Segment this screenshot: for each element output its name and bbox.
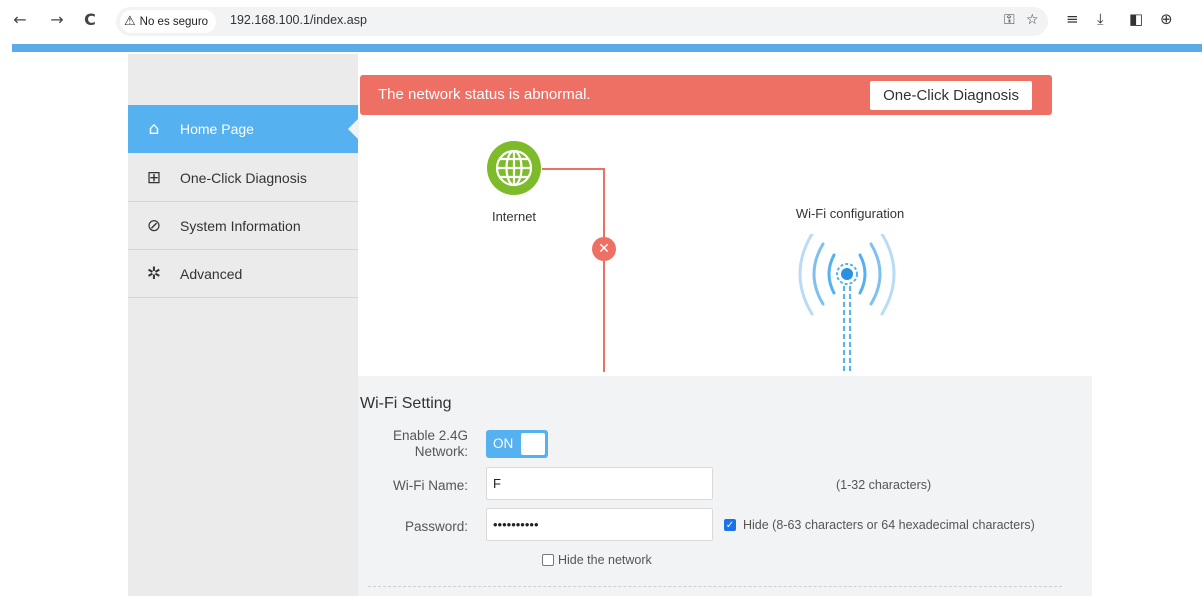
warning-icon: ⚠ — [124, 14, 136, 29]
forward-icon[interactable]: → — [47, 10, 67, 30]
sidebar-item-system-information[interactable]: ⊘ System Information — [128, 202, 358, 250]
password-input[interactable] — [486, 508, 713, 541]
internet-label: Internet — [491, 209, 537, 224]
star-icon[interactable]: ☆ — [1026, 12, 1039, 28]
divider — [368, 586, 1062, 587]
hide-password-checkbox[interactable]: ✓ — [724, 519, 736, 531]
sidebar-item-label: Advanced — [180, 265, 243, 282]
key-icon[interactable]: ⚿ — [1004, 12, 1015, 28]
active-pointer — [348, 118, 359, 140]
enable-network-label: Enable 2.4G Network: — [392, 428, 468, 459]
hide-network-label: Hide the network — [558, 553, 652, 567]
wifi-name-label: Wi-Fi Name: — [393, 478, 468, 493]
wifi-signal-icon[interactable] — [772, 234, 922, 374]
side-panel-icon[interactable]: ◧ — [1129, 10, 1143, 28]
sidebar: ⌂ Home Page ⊞ One-Click Diagnosis ⊘ Syst… — [128, 54, 359, 596]
one-click-diagnosis-button[interactable]: One-Click Diagnosis — [870, 81, 1032, 110]
globe-icon[interactable] — [486, 140, 542, 196]
hide-network-checkbox[interactable] — [542, 554, 554, 566]
sidebar-item-advanced[interactable]: ✲ Advanced — [128, 250, 358, 298]
security-chip[interactable]: ⚠ No es seguro — [120, 10, 217, 33]
sidebar-item-home-page[interactable]: ⌂ Home Page — [128, 105, 359, 153]
sidebar-item-one-click-diagnosis[interactable]: ⊞ One-Click Diagnosis — [128, 154, 358, 202]
wifi-setting-panel: Wi-Fi Setting Enable 2.4G Network: ON Wi… — [358, 376, 1092, 596]
security-label: No es seguro — [139, 15, 209, 28]
connection-line — [542, 168, 605, 170]
address-bar[interactable]: ⚠ No es seguro 192.168.100.1/index.asp ⚿… — [116, 7, 1048, 36]
header-stripe — [12, 44, 1202, 52]
first-aid-icon: ⊞ — [146, 167, 162, 188]
status-message: The network status is abnormal. — [378, 86, 591, 103]
network-diagram: The network status is abnormal. One-Clic… — [360, 54, 1092, 376]
error-x-icon: ✕ — [592, 237, 616, 261]
back-icon[interactable]: ← — [10, 10, 30, 30]
pulse-icon: ⊘ — [146, 215, 162, 236]
reading-list-icon[interactable]: ≡ — [1066, 10, 1079, 28]
wifi-name-hint: (1-32 characters) — [836, 478, 932, 492]
gear-icon: ✲ — [146, 263, 162, 284]
toggle-state: ON — [493, 436, 514, 451]
toggle-knob — [521, 433, 545, 455]
wifi-configuration-label: Wi-Fi configuration — [795, 206, 905, 221]
home-icon: ⌂ — [148, 119, 160, 139]
browser-toolbar: ← → C ⚠ No es seguro 192.168.100.1/index… — [0, 0, 1202, 42]
password-label: Password: — [404, 519, 468, 534]
connection-line — [603, 168, 605, 372]
status-alert: The network status is abnormal. One-Clic… — [360, 75, 1052, 115]
sidebar-item-label: System Information — [180, 217, 301, 234]
section-title: Wi-Fi Setting — [360, 395, 452, 412]
sidebar-item-label: Home Page — [180, 121, 254, 137]
extension-icon[interactable]: ⊕ — [1160, 10, 1173, 28]
download-icon[interactable]: ⤓ — [1097, 10, 1104, 28]
url-text[interactable]: 192.168.100.1/index.asp — [230, 13, 367, 27]
enable-2-4g-toggle[interactable]: ON — [486, 430, 548, 458]
wifi-name-input[interactable] — [486, 467, 713, 500]
sidebar-item-label: One-Click Diagnosis — [180, 169, 307, 186]
hide-password-label: Hide (8-63 characters or 64 hexadecimal … — [743, 518, 1035, 532]
reload-icon[interactable]: C — [80, 10, 100, 30]
